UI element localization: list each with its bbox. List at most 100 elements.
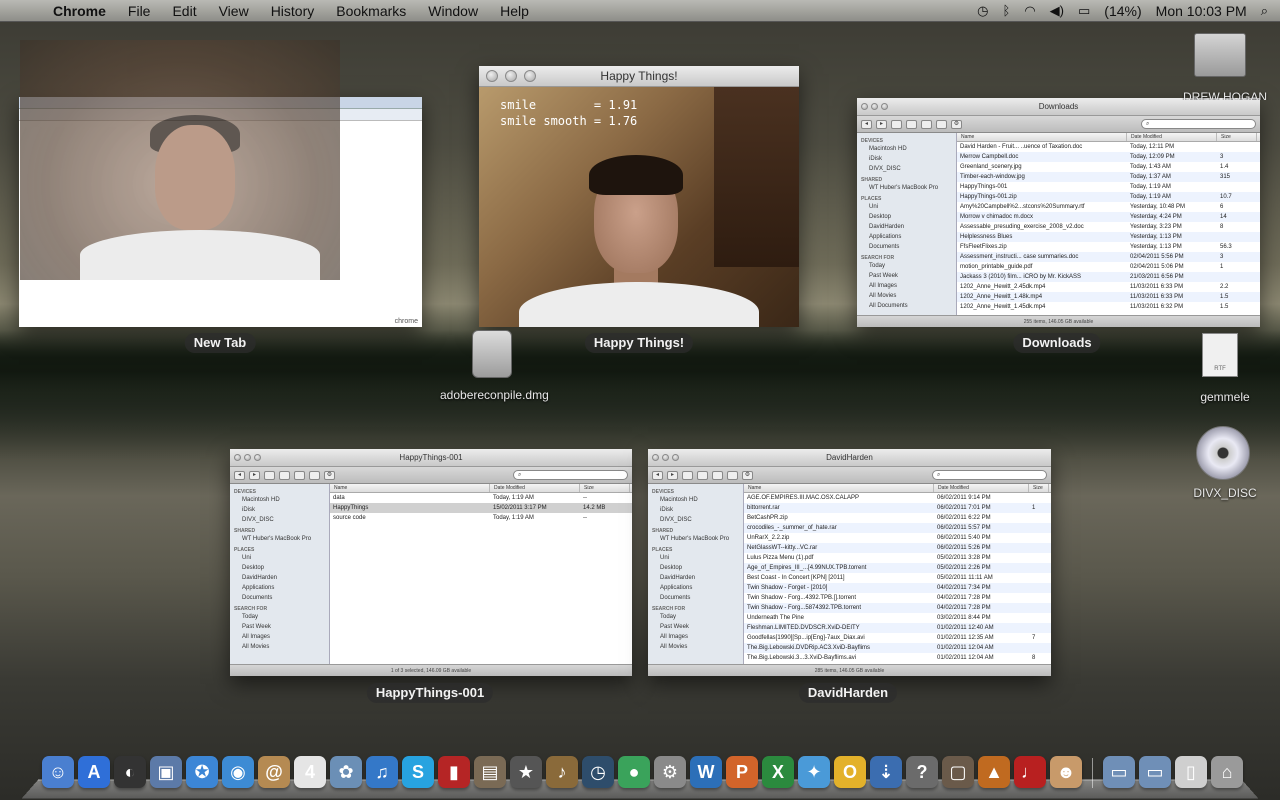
sidebar-item[interactable]: Desktop [861, 212, 952, 222]
file-row[interactable]: Greenland_scenery.jpg Today, 1:43 AM 1.4 [957, 162, 1260, 172]
transmission-icon[interactable]: ⇣ [870, 756, 902, 788]
messenger-icon[interactable]: ✦ [798, 756, 830, 788]
action-gear-button[interactable]: ⚙ [951, 119, 962, 129]
sidebar-item[interactable]: All Movies [652, 642, 739, 652]
sidebar-item[interactable]: Macintosh HD [652, 495, 739, 505]
chrome-icon[interactable]: ● [618, 756, 650, 788]
search-field[interactable]: ⌕ [932, 470, 1047, 480]
documents-stack-icon[interactable]: ▭ [1139, 756, 1171, 788]
battery-icon[interactable]: ▭ [1078, 3, 1090, 19]
sidebar-item[interactable]: WT Huber's MacBook Pro [861, 183, 952, 193]
sidebar-item[interactable]: Desktop [652, 563, 739, 573]
ical-icon[interactable]: 4 [294, 756, 326, 788]
sidebar-item[interactable]: WT Huber's MacBook Pro [234, 534, 325, 544]
sidebar-item[interactable]: Documents [861, 242, 952, 252]
file-row[interactable]: Best Coast - In Concert [KPN] [2011] 05/0… [744, 573, 1051, 583]
volume-icon[interactable]: ◀) [1050, 3, 1064, 19]
minimize-button[interactable] [871, 103, 878, 110]
file-row[interactable]: David Harden - Fruit... ..uence of Taxat… [957, 142, 1260, 152]
menu-app-name[interactable]: Chrome [42, 3, 117, 19]
sidebar-item[interactable]: DIVX_DISC [234, 515, 325, 525]
column-date[interactable]: Date Modified [934, 484, 1029, 492]
excel-icon[interactable]: X [762, 756, 794, 788]
back-button[interactable]: ◂ [652, 470, 663, 480]
column-name[interactable]: Name [744, 484, 934, 492]
word-icon[interactable]: W [690, 756, 722, 788]
app-store-icon[interactable]: A [78, 756, 110, 788]
file-row[interactable]: AGE.OF.EMPIRES.III.MAC.OSX.CALAPP 06/02/2… [744, 493, 1051, 503]
menu-edit[interactable]: Edit [161, 3, 207, 19]
sidebar-item[interactable]: Past Week [234, 622, 325, 632]
file-row[interactable]: Lulus Pizza Menu (1).pdf 05/02/2011 3:28 … [744, 553, 1051, 563]
time-machine-icon[interactable]: ◷ [977, 3, 988, 19]
column-name[interactable]: Name [330, 484, 490, 492]
davidharden-titlebar[interactable]: DavidHarden [648, 449, 1051, 467]
sidebar-item[interactable]: All Images [234, 632, 325, 642]
quicklook-button[interactable] [727, 470, 738, 480]
sidebar-item[interactable]: All Movies [234, 642, 325, 652]
photo-booth-icon[interactable]: ▮ [438, 756, 470, 788]
file-row[interactable]: Helplessness Blues Yesterday, 1:13 PM [957, 232, 1260, 242]
finder-icon[interactable]: ☺ [42, 756, 74, 788]
piano-icon[interactable]: ♩ [1014, 756, 1046, 788]
file-row[interactable]: Twin Shadow - Forg...4392.TPB.[].torrent… [744, 593, 1051, 603]
sidebar-item[interactable]: Documents [234, 593, 325, 603]
file-row[interactable]: HappyThings-001.zip Today, 1:19 AM 10.7 [957, 192, 1260, 202]
column-size[interactable]: Size [1029, 484, 1049, 492]
zoom-button[interactable] [881, 103, 888, 110]
powerpoint-icon[interactable]: P [726, 756, 758, 788]
window-downloads[interactable]: Downloads ◂ ▸ ⚙ ⌕ DEVICES Macintosh HD iDi… [857, 98, 1260, 327]
action-gear-button[interactable]: ⚙ [742, 470, 753, 480]
list-view-button[interactable] [279, 470, 290, 480]
list-header[interactable]: Name Date Modified Size [957, 133, 1260, 142]
column-view-button[interactable] [294, 470, 305, 480]
list-header[interactable]: Name Date Modified Size [744, 484, 1051, 493]
file-row[interactable]: Merrow Campbell.doc Today, 12:09 PM 3 [957, 152, 1260, 162]
file-row[interactable]: Amy%20Campbell%2...stcons%20Summary.rtf Y… [957, 202, 1260, 212]
sidebar-item[interactable]: DavidHarden [234, 573, 325, 583]
iphoto-icon[interactable]: ✿ [330, 756, 362, 788]
search-field[interactable]: ⌕ [1141, 119, 1256, 129]
trash-icon[interactable]: ⌂ [1211, 756, 1243, 788]
minimize-button[interactable] [662, 454, 669, 461]
back-button[interactable]: ◂ [234, 470, 245, 480]
safari-icon[interactable]: ✪ [186, 756, 218, 788]
downloads-titlebar[interactable]: Downloads [857, 98, 1260, 116]
column-name[interactable]: Name [957, 133, 1127, 141]
sidebar-item[interactable]: Applications [652, 583, 739, 593]
file-row[interactable]: bittorrent.rar 06/02/2011 7:01 PM 1 [744, 503, 1051, 513]
column-date[interactable]: Date Modified [1127, 133, 1217, 141]
menu-history[interactable]: History [260, 3, 326, 19]
file-row[interactable]: motion_printable_guide.pdf 02/04/2011 5:0… [957, 262, 1260, 272]
system-preferences-icon[interactable]: ⚙ [654, 756, 686, 788]
sidebar-item[interactable]: Today [861, 261, 952, 271]
sidebar-item[interactable]: Past Week [652, 622, 739, 632]
file-row[interactable]: FfsFleetFlixes.zip Yesterday, 1:13 PM 56.3 [957, 242, 1260, 252]
zoom-button[interactable] [254, 454, 261, 461]
preview-icon[interactable]: ▣ [150, 756, 182, 788]
file-row[interactable]: NetGlassWT--kitty...VC.rar 06/02/2011 5:2… [744, 543, 1051, 553]
file-row[interactable]: Age_of_Empires_III_...[4.99NUX.TPB.torre… [744, 563, 1051, 573]
minimize-button[interactable] [505, 70, 517, 82]
window-happy-things[interactable]: Happy Things! smile = 1.91 smile smooth =… [479, 66, 799, 327]
disk-image-icon[interactable] [472, 330, 512, 378]
sidebar-item[interactable]: DIVX_DISC [861, 164, 952, 174]
caption-davidharden[interactable]: DavidHarden [798, 683, 898, 703]
close-button[interactable] [234, 454, 241, 461]
sidebar-item[interactable]: Applications [861, 232, 952, 242]
column-date[interactable]: Date Modified [490, 484, 580, 492]
list-view-button[interactable] [906, 119, 917, 129]
sidebar-item[interactable]: iDisk [861, 154, 952, 164]
window-happythings-001[interactable]: HappyThings-001 ◂ ▸ ⚙ ⌕ DEVICES Macintosh… [230, 449, 632, 676]
close-button[interactable] [861, 103, 868, 110]
file-row[interactable]: Underneath The Pine 03/02/2011 8:44 PM [744, 613, 1051, 623]
menu-help[interactable]: Help [489, 3, 540, 19]
file-row[interactable]: Assessable_presuding_exercise_2008_v2.do… [957, 222, 1260, 232]
sidebar-item[interactable]: DavidHarden [652, 573, 739, 583]
sidebar-item[interactable]: Applications [234, 583, 325, 593]
list-view-button[interactable] [697, 470, 708, 480]
file-row[interactable]: Twin Shadow - Forg...5874392.TPB.torrent… [744, 603, 1051, 613]
file-row[interactable]: 1202_Anne_Hewitt_2.45dk.mp4 11/03/2011 6:… [957, 282, 1260, 292]
file-row[interactable]: 1202_Anne_Hewitt_1.48k.mp4 11/03/2011 6:3… [957, 292, 1260, 302]
itunes-icon[interactable]: ♫ [366, 756, 398, 788]
